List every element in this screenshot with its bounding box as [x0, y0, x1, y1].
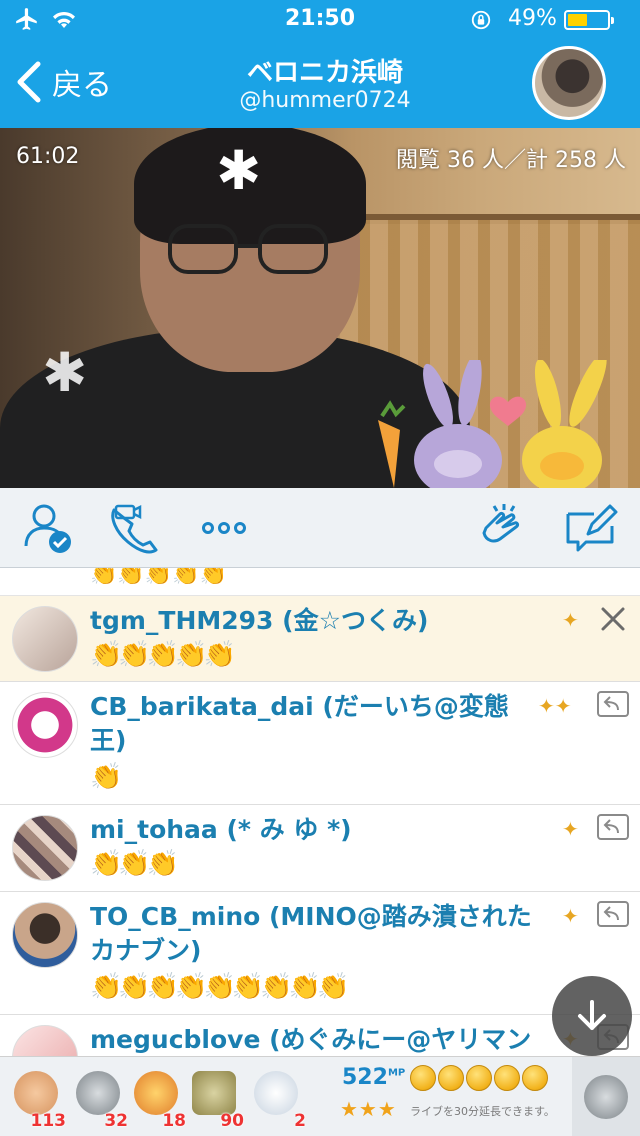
- video-call-button[interactable]: [106, 500, 162, 556]
- rotation-lock-icon: [471, 10, 491, 30]
- top-bar: 21:50 49% 戻る ベロニカ浜崎 @hummer0724: [0, 0, 640, 128]
- comment-message: 👏👏👏: [90, 849, 179, 879]
- comment-message: 👏👏👏👏👏👏👏👏👏: [90, 972, 349, 1002]
- viewer-count: 閲覧 36 人／計 258 人: [396, 148, 626, 173]
- gift-bar: 113 32 18 90 2 522MP ★★★ ライブを30分延長できます。: [0, 1056, 640, 1136]
- comment-row[interactable]: megucblove (めぐみにー@ヤリマン ✦: [0, 1015, 640, 1056]
- tea-gift-icon: [192, 1071, 236, 1115]
- broadcaster-avatar[interactable]: [532, 46, 606, 120]
- coin-gift-icon: [76, 1071, 120, 1115]
- flower-sticker: ✱: [216, 139, 262, 202]
- arrow-down-icon: [578, 1000, 606, 1030]
- compose-icon: [566, 504, 618, 552]
- comment-user[interactable]: mi_tohaa (* み ゆ *): [90, 813, 538, 847]
- comment-user[interactable]: CB_barikata_dai (だーいち@変態王): [90, 690, 538, 758]
- status-bar: 21:50 49%: [0, 0, 640, 40]
- coin-icon: [466, 1065, 492, 1091]
- gift-count: 90: [220, 1111, 244, 1131]
- comment-message: 👏: [90, 762, 122, 792]
- star-rating: ★★★: [340, 1097, 397, 1121]
- comment-row[interactable]: CB_barikata_dai (だーいち@変態王) 👏 ✦✦: [0, 682, 640, 805]
- bunny-sticker: [378, 360, 607, 488]
- coin-row: [410, 1065, 548, 1091]
- gift-tea[interactable]: 90: [186, 1063, 244, 1131]
- elapsed-time: 61:02: [16, 144, 80, 169]
- battery-icon: [564, 10, 614, 30]
- extend-live-text[interactable]: ライブを30分延長できます。: [410, 1103, 555, 1119]
- video-call-icon: [111, 504, 158, 554]
- glasses: [168, 224, 328, 274]
- follow-check-icon: [24, 504, 71, 553]
- action-bar: [0, 488, 640, 568]
- coin-icon: [494, 1065, 520, 1091]
- gift-bear[interactable]: 2: [248, 1063, 306, 1131]
- user-avatar[interactable]: [12, 815, 78, 881]
- clap-icon: [482, 504, 520, 543]
- scroll-to-latest-button[interactable]: [552, 976, 632, 1056]
- medal-icon: ✦: [562, 904, 579, 928]
- back-label: 戻る: [52, 68, 112, 103]
- clap-gift-icon: [14, 1071, 58, 1115]
- more-icon: [202, 522, 246, 534]
- gift-count: 32: [104, 1111, 128, 1131]
- more-button[interactable]: [196, 500, 252, 556]
- reply-icon[interactable]: [596, 688, 630, 722]
- gift-count: 113: [30, 1111, 67, 1131]
- comment-row[interactable]: TO_CB_mino (MINO@踏み潰されたカナブン) 👏👏👏👏👏👏👏👏👏 ✦: [0, 892, 640, 1015]
- reply-icon[interactable]: [596, 811, 630, 845]
- comment-user[interactable]: tgm_THM293 (金☆つくみ): [90, 604, 538, 638]
- medal-icon: ✦: [562, 608, 579, 632]
- gift-tray-button[interactable]: [572, 1057, 640, 1136]
- follow-button[interactable]: [20, 500, 76, 556]
- medal-icon: ✦: [562, 817, 579, 841]
- broadcaster-handle: @hummer0724: [239, 88, 411, 113]
- comment-row[interactable]: tgm_THM293 (金☆つくみ) 👏👏👏👏👏 ✦: [0, 596, 640, 682]
- live-video[interactable]: ✱ ✱ 61:02 閲覧 36 人／計 258 人: [0, 128, 640, 488]
- compose-button[interactable]: [562, 500, 618, 556]
- comment-user[interactable]: megucblove (めぐみにー@ヤリマン: [90, 1023, 538, 1056]
- back-button[interactable]: 戻る: [14, 58, 112, 106]
- user-avatar[interactable]: [12, 606, 78, 672]
- gift-count: 2: [294, 1111, 306, 1131]
- close-icon[interactable]: [596, 602, 630, 636]
- comment-peek: 👏👏👏👏👏: [0, 568, 640, 596]
- chevron-left-icon: [17, 61, 41, 103]
- coin-icon: [410, 1065, 436, 1091]
- user-avatar[interactable]: [12, 692, 78, 758]
- app-root: 21:50 49% 戻る ベロニカ浜崎 @hummer0724 ✱ ✱ 61:0…: [0, 0, 640, 1136]
- coin-icon: [522, 1065, 548, 1091]
- comment-user[interactable]: TO_CB_mino (MINO@踏み潰されたカナブン): [90, 900, 538, 968]
- broadcaster-name: ベロニカ浜崎: [246, 58, 403, 88]
- comment-message: 👏👏👏👏👏: [90, 640, 236, 670]
- medal-icon: ✦✦: [538, 694, 572, 718]
- flower-sticker: ✱: [42, 341, 88, 404]
- clap-button[interactable]: [474, 500, 530, 556]
- reply-icon[interactable]: [596, 898, 630, 932]
- comment-row[interactable]: mi_tohaa (* み ゆ *) 👏👏👏 ✦: [0, 805, 640, 892]
- comment-list[interactable]: 👏👏👏👏👏 tgm_THM293 (金☆つくみ) 👏👏👏👏👏 ✦ CB_bari…: [0, 568, 640, 1056]
- cracker-gift-icon: [134, 1071, 178, 1115]
- gift-count: 18: [162, 1111, 186, 1131]
- coin-gift-icon: [584, 1075, 628, 1119]
- coin-icon: [438, 1065, 464, 1091]
- gift-cracker[interactable]: 18: [128, 1063, 186, 1131]
- user-avatar[interactable]: [12, 902, 78, 968]
- gift-clap[interactable]: 113: [8, 1063, 67, 1131]
- user-avatar[interactable]: [12, 1025, 78, 1056]
- mp-points: 522MP: [342, 1065, 406, 1090]
- battery-percent: 49%: [508, 6, 557, 31]
- bear-gift-icon: [254, 1071, 298, 1115]
- gift-coin[interactable]: 32: [70, 1063, 128, 1131]
